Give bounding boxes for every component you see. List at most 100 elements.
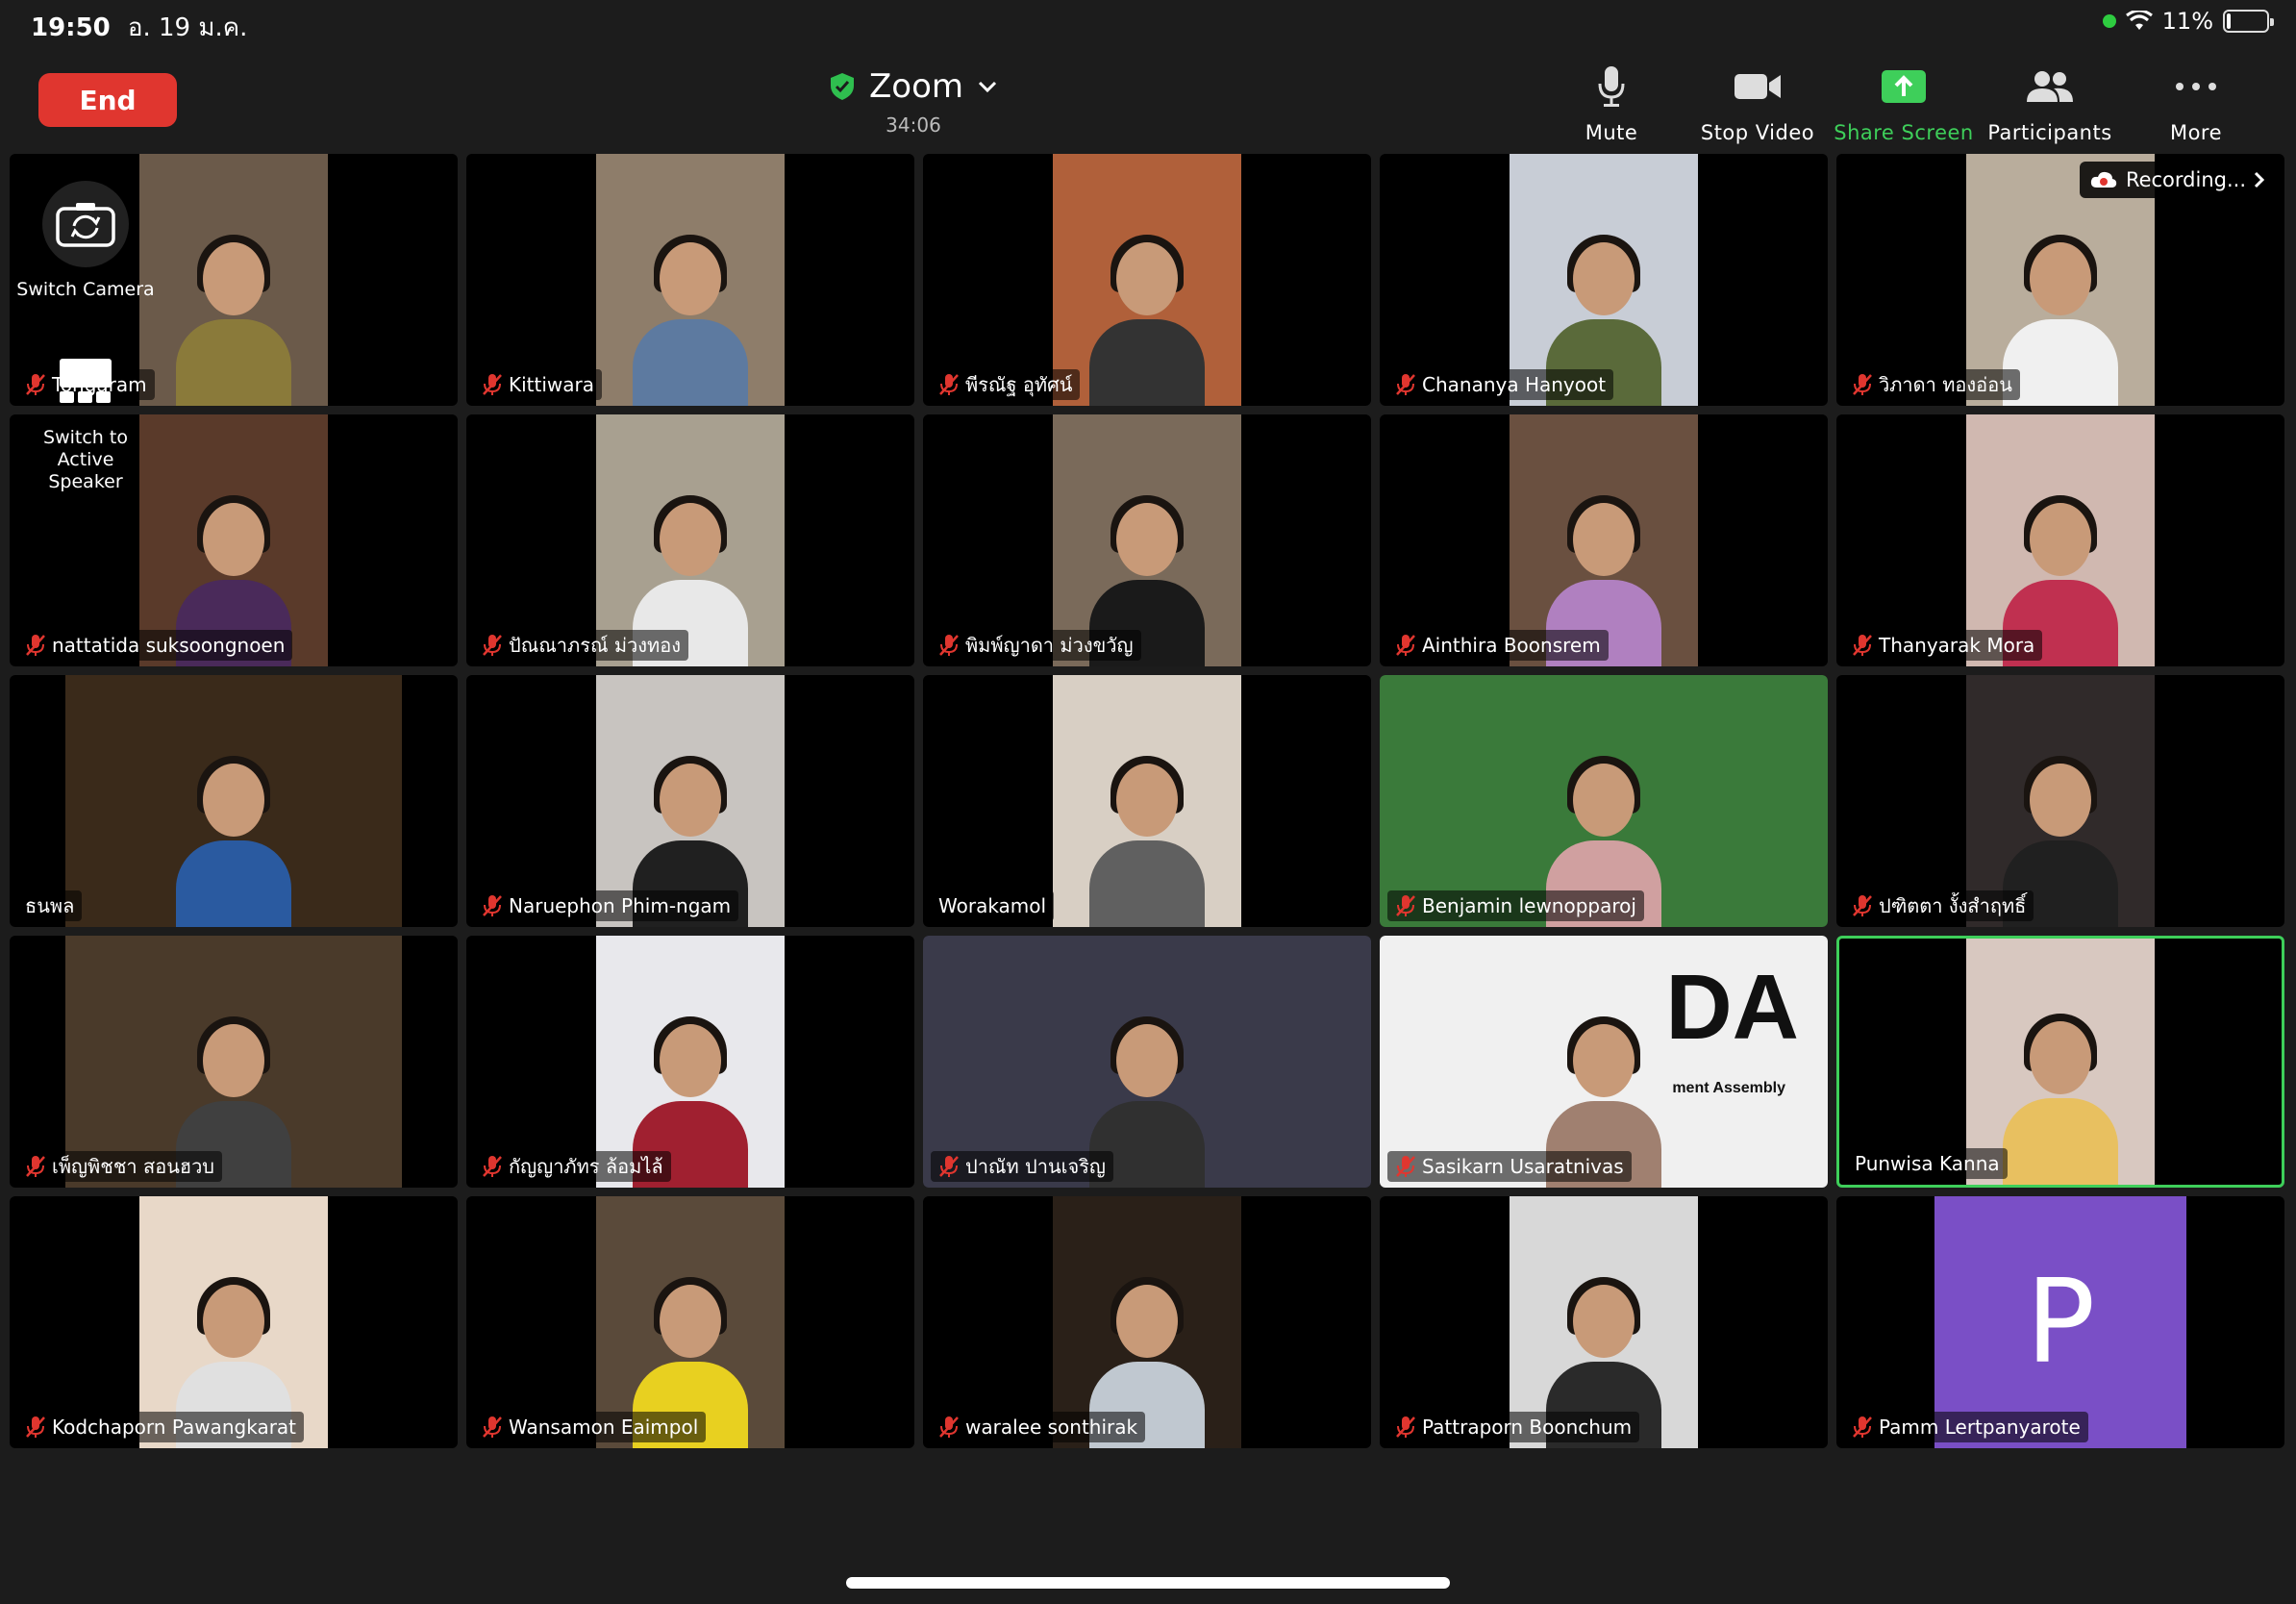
participant-tile[interactable]: Pattraporn Boonchum	[1380, 1196, 1828, 1448]
participant-tile[interactable]: พีรณัฐ อุทัศน์	[923, 154, 1371, 406]
participant-name-tag: Sasikarn Usaratnivas	[1387, 1151, 1632, 1182]
participant-video: DA ment Assembly	[1380, 936, 1828, 1188]
participant-video	[923, 936, 1371, 1188]
status-bar: 19:50 อ. 19 ม.ค. 11%	[0, 0, 2296, 46]
participant-video	[596, 154, 785, 406]
participant-tile[interactable]: waralee sonthirak	[923, 1196, 1371, 1448]
participant-figure	[176, 235, 291, 406]
participant-tile[interactable]: Kodchaporn Pawangkarat	[10, 1196, 458, 1448]
participant-video	[1053, 154, 1241, 406]
mic-muted-icon	[1853, 635, 1872, 656]
participant-video	[1510, 414, 1698, 666]
background-banner-subtext: ment Assembly	[1672, 1080, 1785, 1096]
participant-name-tag: Pattraporn Boonchum	[1387, 1412, 1640, 1442]
participant-name: nattatida suksoongnoen	[52, 634, 286, 657]
participant-video	[596, 675, 785, 927]
participant-video	[139, 154, 328, 406]
status-time: 19:50 อ. 19 ม.ค.	[31, 13, 248, 42]
mic-muted-icon	[1396, 1416, 1415, 1438]
switch-active-speaker-button[interactable]: Switch to Active Speaker	[13, 338, 158, 493]
home-indicator[interactable]	[846, 1577, 1450, 1589]
mic-muted-icon	[939, 374, 959, 395]
participant-name-tag: ปาณัท ปานเจริญ	[931, 1151, 1113, 1182]
video-gallery: TongaramKittiwaraพีรณัฐ อุทัศน์Chananya …	[10, 154, 2286, 1450]
mic-muted-icon	[939, 635, 959, 656]
participant-tile[interactable]: Ainthira Boonsrem	[1380, 414, 1828, 666]
participant-name-tag: ธนพล	[17, 890, 83, 921]
mic-muted-icon	[1396, 895, 1415, 916]
participant-name-tag: เพ็ญพิชชา สอนฮวบ	[17, 1151, 223, 1182]
participant-tile[interactable]: Naruephon Phim-ngam	[466, 675, 914, 927]
participant-video	[139, 1196, 328, 1448]
participant-tile[interactable]: Worakamol	[923, 675, 1371, 927]
mic-muted-icon	[483, 1416, 502, 1438]
mic-muted-icon	[26, 1416, 45, 1438]
participant-name-tag: nattatida suksoongnoen	[17, 630, 293, 661]
participant-video	[1510, 1196, 1698, 1448]
participant-name-tag: Benjamin lewnopparoj	[1387, 890, 1644, 921]
participant-name: ธนพล	[25, 894, 75, 917]
participant-figure	[1089, 235, 1205, 406]
participant-tile[interactable]: Kittiwara	[466, 154, 914, 406]
participant-video	[65, 936, 402, 1188]
participant-name-tag: กัญญาภัทร ล้อมไล้	[474, 1151, 671, 1182]
participant-tile[interactable]: กัญญาภัทร ล้อมไล้	[466, 936, 914, 1188]
mute-button[interactable]: Mute	[1538, 63, 1685, 144]
participant-figure	[1089, 756, 1205, 927]
participant-name-tag: พิมพ์ญาดา ม่วงขวัญ	[931, 630, 1141, 661]
active-speaker-icon	[60, 359, 112, 403]
participant-name: Punwisa Kanna	[1855, 1152, 2000, 1175]
mic-muted-icon	[483, 1156, 502, 1177]
participant-tile[interactable]: Wansamon Eaimpol	[466, 1196, 914, 1448]
chevron-down-icon	[978, 81, 997, 93]
participant-tile[interactable]: Punwisa Kanna	[1836, 936, 2284, 1188]
recording-label: Recording...	[2125, 168, 2246, 191]
participant-tile[interactable]: Chananya Hanyoot	[1380, 154, 1828, 406]
participant-tile[interactable]: DA ment Assembly Sasikarn Usaratnivas	[1380, 936, 1828, 1188]
participants-button[interactable]: Participants	[1977, 63, 2123, 144]
mic-muted-icon	[483, 635, 502, 656]
participant-video	[596, 936, 785, 1188]
more-button[interactable]: More	[2123, 63, 2269, 144]
participant-name: วิภาดา ทองอ่อน	[1879, 373, 2012, 396]
participant-name-tag: Thanyarak Mora	[1844, 630, 2043, 661]
participant-tile[interactable]: วิภาดา ทองอ่อน Recording...	[1836, 154, 2284, 406]
participant-name: Thanyarak Mora	[1879, 634, 2035, 657]
chevron-right-icon	[2254, 171, 2265, 188]
participant-tile[interactable]: ปาณัท ปานเจริญ	[923, 936, 1371, 1188]
participant-name: เพ็ญพิชชา สอนฮวบ	[52, 1155, 215, 1178]
participant-tile[interactable]: เพ็ญพิชชา สอนฮวบ	[10, 936, 458, 1188]
participant-video	[139, 414, 328, 666]
participant-name: Pamm Lertpanyarote	[1879, 1416, 2081, 1439]
mic-muted-icon	[1396, 635, 1415, 656]
participant-name-tag: วิภาดา ทองอ่อน	[1844, 369, 2020, 400]
participant-tile[interactable]: ปฑิตตา งั้งสำฤทธิ์	[1836, 675, 2284, 927]
cloud-record-icon	[2090, 171, 2117, 188]
participant-video	[1053, 414, 1241, 666]
switch-camera-button[interactable]: Switch Camera	[13, 181, 158, 300]
end-button[interactable]: End	[38, 73, 177, 127]
mic-muted-icon	[939, 1416, 959, 1438]
participant-tile[interactable]: พิมพ์ญาดา ม่วงขวัญ	[923, 414, 1371, 666]
participant-name-tag: Punwisa Kanna	[1847, 1148, 2008, 1179]
participant-name-tag: ปฑิตตา งั้งสำฤทธิ์	[1844, 890, 2034, 921]
share-screen-button[interactable]: Share Screen	[1831, 63, 1977, 144]
participant-tile[interactable]: Thanyarak Mora	[1836, 414, 2284, 666]
participant-name-tag: ปัณณาภรณ์ ม่วงทอง	[474, 630, 689, 661]
recording-indicator[interactable]: Recording...	[2079, 162, 2275, 198]
stop-video-button[interactable]: Stop Video	[1685, 63, 1831, 144]
participant-tile[interactable]: ธนพล	[10, 675, 458, 927]
participant-tile[interactable]: Benjamin lewnopparoj	[1380, 675, 1828, 927]
participant-tile[interactable]: ปัณณาภรณ์ ม่วงทอง	[466, 414, 914, 666]
participant-name: Wansamon Eaimpol	[509, 1416, 699, 1439]
participant-name: waralee sonthirak	[965, 1416, 1138, 1439]
participant-figure	[176, 756, 291, 927]
video-camera-icon	[1734, 74, 1781, 99]
participant-name: พีรณัฐ อุทัศน์	[965, 373, 1073, 396]
participant-name: Kodchaporn Pawangkarat	[52, 1416, 297, 1439]
battery-percent: 11%	[2161, 8, 2213, 35]
participant-video	[596, 414, 785, 666]
participant-tile[interactable]: P Pamm Lertpanyarote	[1836, 1196, 2284, 1448]
meeting-info[interactable]: Zoom 34:06	[808, 67, 1019, 137]
mic-muted-icon	[1853, 1416, 1872, 1438]
